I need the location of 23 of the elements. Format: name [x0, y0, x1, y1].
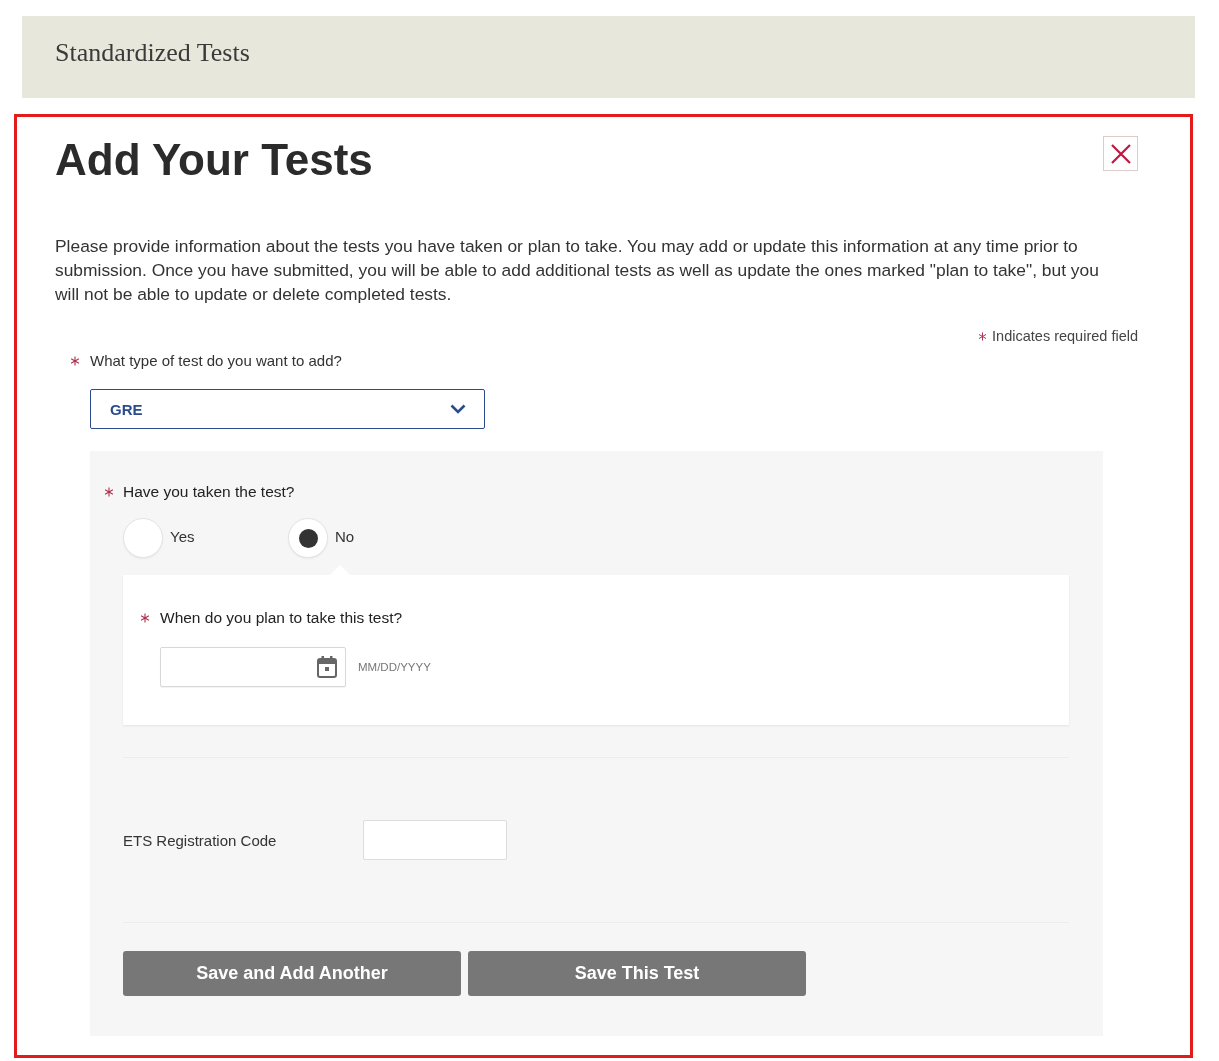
date-format-hint: MM/DD/YYYY — [358, 661, 431, 673]
required-mark-icon — [978, 331, 988, 341]
save-and-add-button[interactable]: Save and Add Another — [123, 951, 461, 996]
save-button[interactable]: Save This Test — [468, 951, 806, 996]
radio-button[interactable] — [123, 518, 163, 558]
test-type-select[interactable]: GRE — [90, 389, 485, 429]
field-label: ETS Registration Code — [123, 831, 278, 849]
intro-text: Please provide information about the tests you have taken or plan to take. You may add or update this information at any time prior to submission. Once you have submitted, you will be able to add additional tests as well as update the ones marked "plan to take", but you will not be able to update or delete completed tests. — [55, 235, 1100, 306]
close-button[interactable] — [1103, 136, 1138, 171]
date-field[interactable] — [160, 647, 346, 687]
close-icon — [1110, 143, 1131, 164]
radio-label[interactable]: Yes — [170, 527, 195, 545]
field-label: Have you taken the test? — [123, 483, 295, 501]
required-note: Indicates required field — [992, 328, 1138, 344]
registration-code-field[interactable] — [363, 820, 507, 860]
radio-button[interactable] — [288, 518, 328, 558]
field-label: What type of test do you want to add? — [90, 352, 342, 369]
chevron-down-icon — [450, 404, 466, 414]
dialog-title: Add Your Tests — [55, 134, 373, 186]
field-label: When do you plan to take this test? — [160, 609, 403, 627]
calendar-icon — [317, 656, 337, 678]
section-title: Standardized Tests — [55, 38, 250, 68]
radio-label[interactable]: No — [335, 527, 355, 545]
